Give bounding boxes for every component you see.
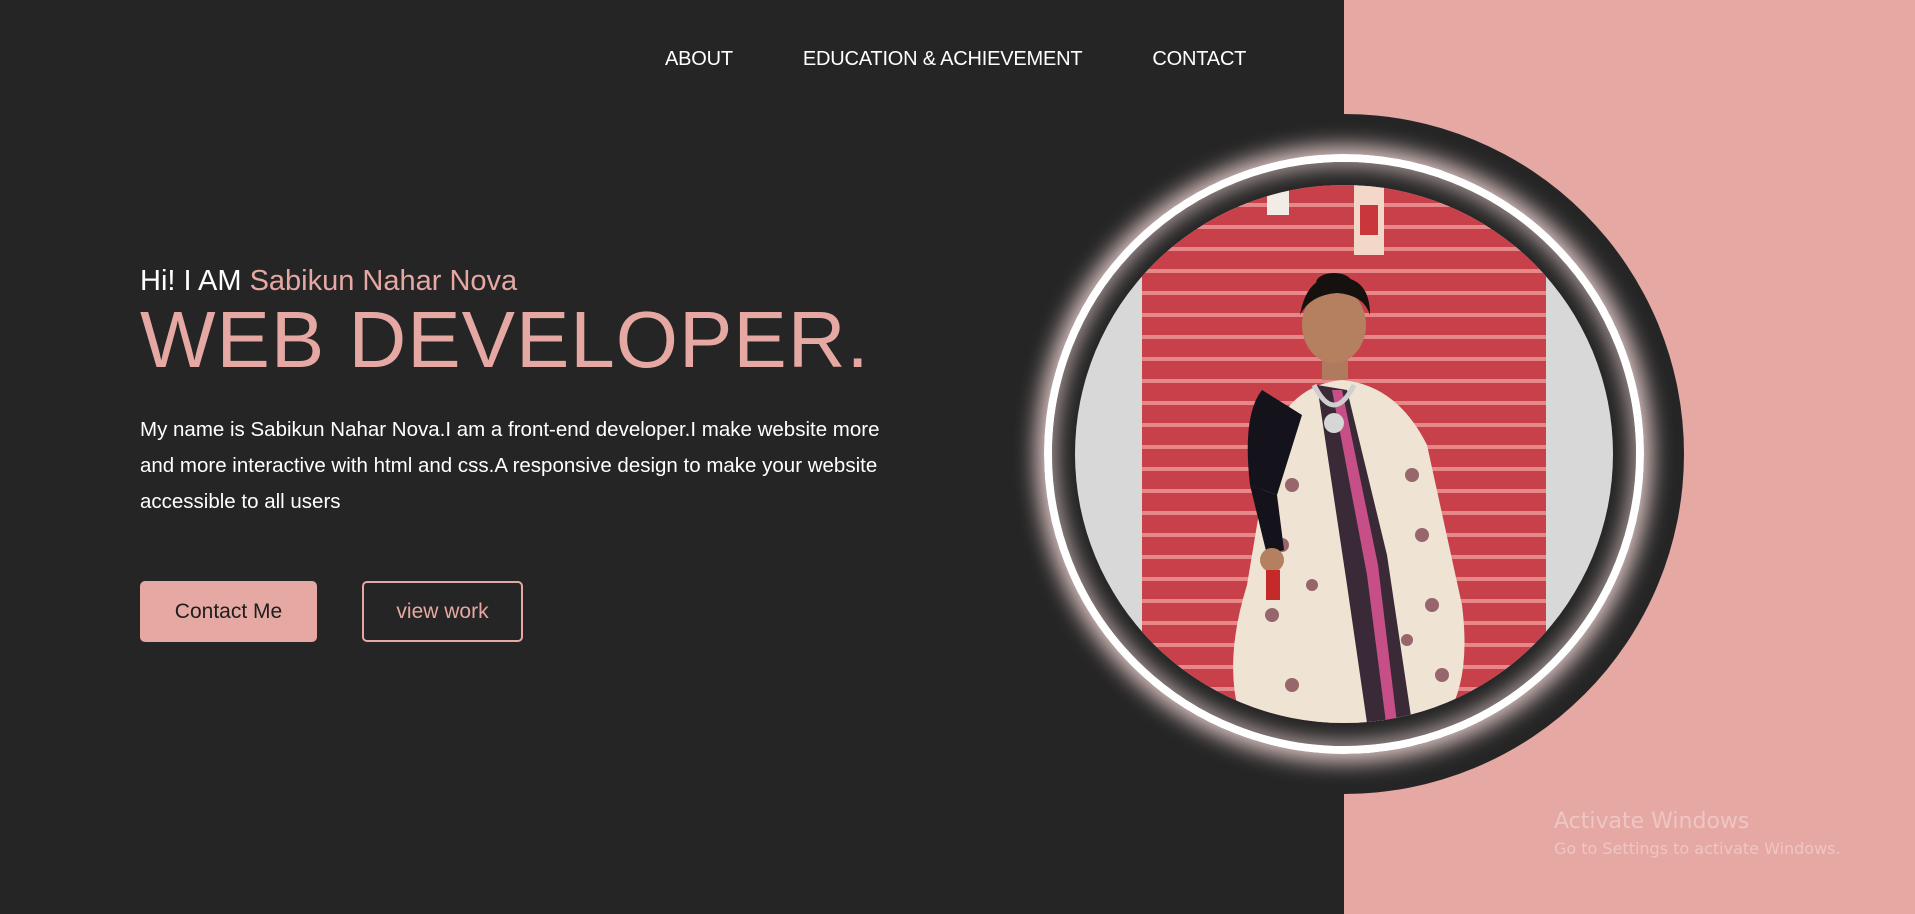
windows-activation-watermark: Activate Windows Go to Settings to activ… (1554, 808, 1841, 860)
profile-photo (1142, 185, 1546, 723)
hero-description: My name is Sabikun Nahar Nova.I am a fro… (140, 418, 880, 513)
view-work-button[interactable]: view work (362, 581, 523, 642)
nav-contact[interactable]: CONTACT (1152, 48, 1246, 71)
hero-buttons: Contact Me view work (140, 581, 523, 642)
profile-photo-frame (1075, 185, 1613, 723)
nav-about[interactable]: ABOUT (665, 48, 733, 71)
greeting-prefix: Hi! I AM (140, 265, 242, 297)
role-title: WEB DEVELOPER. (140, 295, 870, 384)
top-nav: ABOUT EDUCATION & ACHIEVEMENT CONTACT (665, 48, 1246, 71)
watermark-subtitle: Go to Settings to activate Windows. (1554, 839, 1841, 858)
portrait-illustration (1233, 185, 1465, 723)
watermark-title: Activate Windows (1554, 809, 1750, 834)
hero-intro: Hi! I AM Sabikun Nahar Nova WEB DEVELOPE… (140, 264, 920, 520)
greeting: Hi! I AM Sabikun Nahar Nova (140, 264, 920, 298)
developer-name: Sabikun Nahar Nova (249, 265, 518, 297)
contact-me-button[interactable]: Contact Me (140, 581, 317, 642)
nav-education-achievement[interactable]: EDUCATION & ACHIEVEMENT (803, 48, 1083, 71)
